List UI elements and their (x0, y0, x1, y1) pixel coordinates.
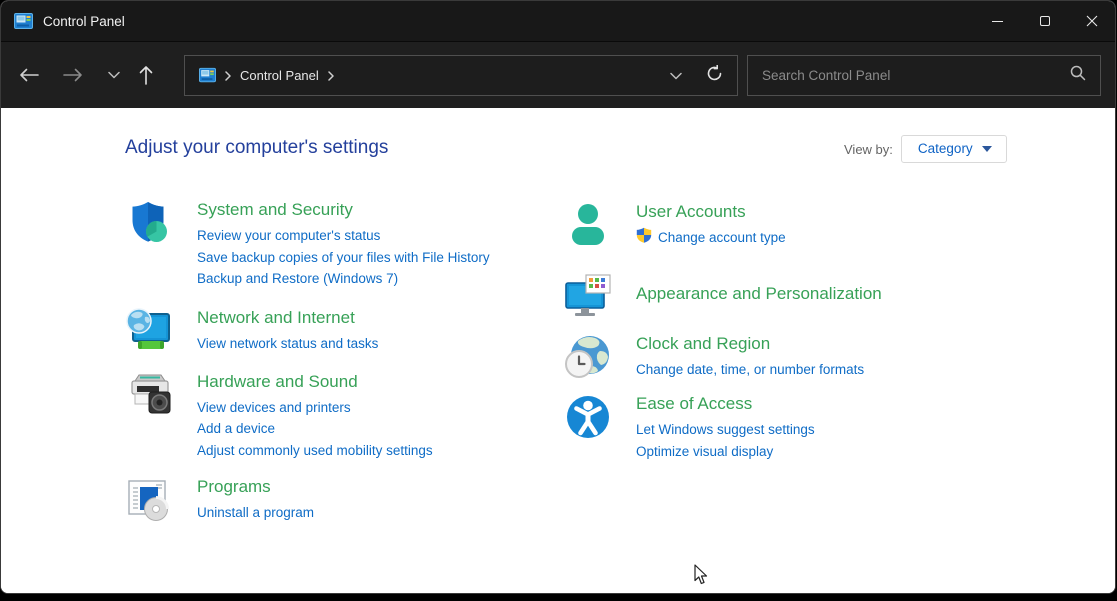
back-arrow-icon (19, 68, 39, 82)
category-link[interactable]: Change account type (658, 227, 786, 249)
window-title: Control Panel (43, 14, 125, 29)
category-title[interactable]: Ease of Access (636, 394, 752, 414)
category-column-right: User Accounts (564, 201, 1064, 462)
category-link[interactable]: Backup and Restore (Windows 7) (197, 268, 398, 290)
titlebar: Control Panel (1, 1, 1115, 41)
recent-locations-button[interactable] (97, 58, 131, 92)
category-title[interactable]: Network and Internet (197, 308, 355, 328)
category-link[interactable]: Uninstall a program (197, 502, 314, 524)
maximize-button[interactable] (1021, 1, 1068, 41)
content-area: Adjust your computer's settings View by:… (1, 109, 1115, 593)
category-user-accounts: User Accounts (564, 201, 1064, 249)
uac-shield-icon (636, 227, 652, 248)
navigation-bar: Control Panel (1, 41, 1115, 108)
category-network-and-internet: Network and Internet View network status… (125, 307, 561, 355)
breadcrumb-chevron-icon[interactable] (225, 71, 231, 81)
category-link[interactable]: Optimize visual display (636, 441, 773, 463)
category-column-left: System and Security Review your computer… (125, 199, 561, 524)
search-input[interactable] (762, 68, 1070, 83)
category-programs: Programs Uninstall a program (125, 476, 561, 524)
category-link[interactable]: View network status and tasks (197, 333, 378, 355)
breadcrumb-control-panel[interactable]: Control Panel (240, 68, 319, 83)
search-box (747, 55, 1101, 96)
maximize-icon (1040, 16, 1050, 26)
minimize-icon (992, 21, 1003, 22)
category-title[interactable]: Appearance and Personalization (636, 284, 882, 304)
network-monitor-globe-icon[interactable] (125, 307, 173, 355)
category-title[interactable]: System and Security (197, 200, 353, 220)
category-ease-of-access: Ease of Access Let Windows suggest setti… (564, 393, 1064, 462)
category-link[interactable]: Add a device (197, 418, 275, 440)
mouse-cursor (694, 564, 709, 591)
close-icon (1086, 15, 1098, 27)
up-button[interactable] (129, 58, 163, 92)
category-title[interactable]: Hardware and Sound (197, 372, 358, 392)
category-link[interactable]: Adjust commonly used mobility settings (197, 440, 433, 462)
category-appearance-and-personalization: Appearance and Personalization (564, 272, 1064, 320)
search-icon[interactable] (1070, 65, 1086, 86)
control-panel-app-icon (14, 12, 33, 31)
user-silhouette-icon[interactable] (564, 201, 612, 249)
category-link[interactable]: Change date, time, or number formats (636, 359, 864, 381)
view-by-dropdown[interactable]: Category (901, 135, 1007, 163)
category-title[interactable]: User Accounts (636, 202, 746, 222)
dropdown-caret-icon (982, 146, 992, 152)
address-dropdown-icon[interactable] (670, 67, 682, 85)
printer-speaker-icon[interactable] (125, 371, 173, 419)
accessibility-icon[interactable] (564, 393, 612, 441)
forward-button[interactable] (56, 58, 90, 92)
back-button[interactable] (12, 58, 46, 92)
category-system-and-security: System and Security Review your computer… (125, 199, 561, 290)
category-title[interactable]: Programs (197, 477, 271, 497)
category-link[interactable]: Save backup copies of your files with Fi… (197, 247, 490, 269)
view-by-value: Category (918, 141, 973, 156)
program-window-disc-icon[interactable] (125, 476, 173, 524)
minimize-button[interactable] (974, 1, 1021, 41)
forward-arrow-icon (63, 68, 83, 82)
chevron-down-icon (108, 71, 120, 79)
monitor-palette-icon[interactable] (564, 272, 612, 320)
refresh-icon[interactable] (706, 65, 723, 87)
view-by-label: View by: (844, 142, 893, 157)
view-by-control: View by: Category (844, 135, 1007, 163)
up-arrow-icon (139, 65, 153, 85)
category-title[interactable]: Clock and Region (636, 334, 770, 354)
address-bar[interactable]: Control Panel (184, 55, 738, 96)
category-clock-and-region: Clock and Region Change date, time, or n… (564, 333, 1064, 381)
category-hardware-and-sound: Hardware and Sound View devices and prin… (125, 371, 561, 462)
globe-clock-icon[interactable] (564, 333, 612, 381)
close-button[interactable] (1068, 1, 1115, 41)
control-panel-window: Control Panel (0, 0, 1116, 594)
category-link[interactable]: Let Windows suggest settings (636, 419, 815, 441)
breadcrumb-control-panel-icon (199, 67, 216, 84)
page-title: Adjust your computer's settings (125, 137, 388, 159)
category-link[interactable]: View devices and printers (197, 397, 351, 419)
breadcrumb-chevron-icon[interactable] (328, 71, 334, 81)
category-link[interactable]: Review your computer's status (197, 225, 380, 247)
shield-icon[interactable] (125, 199, 173, 247)
